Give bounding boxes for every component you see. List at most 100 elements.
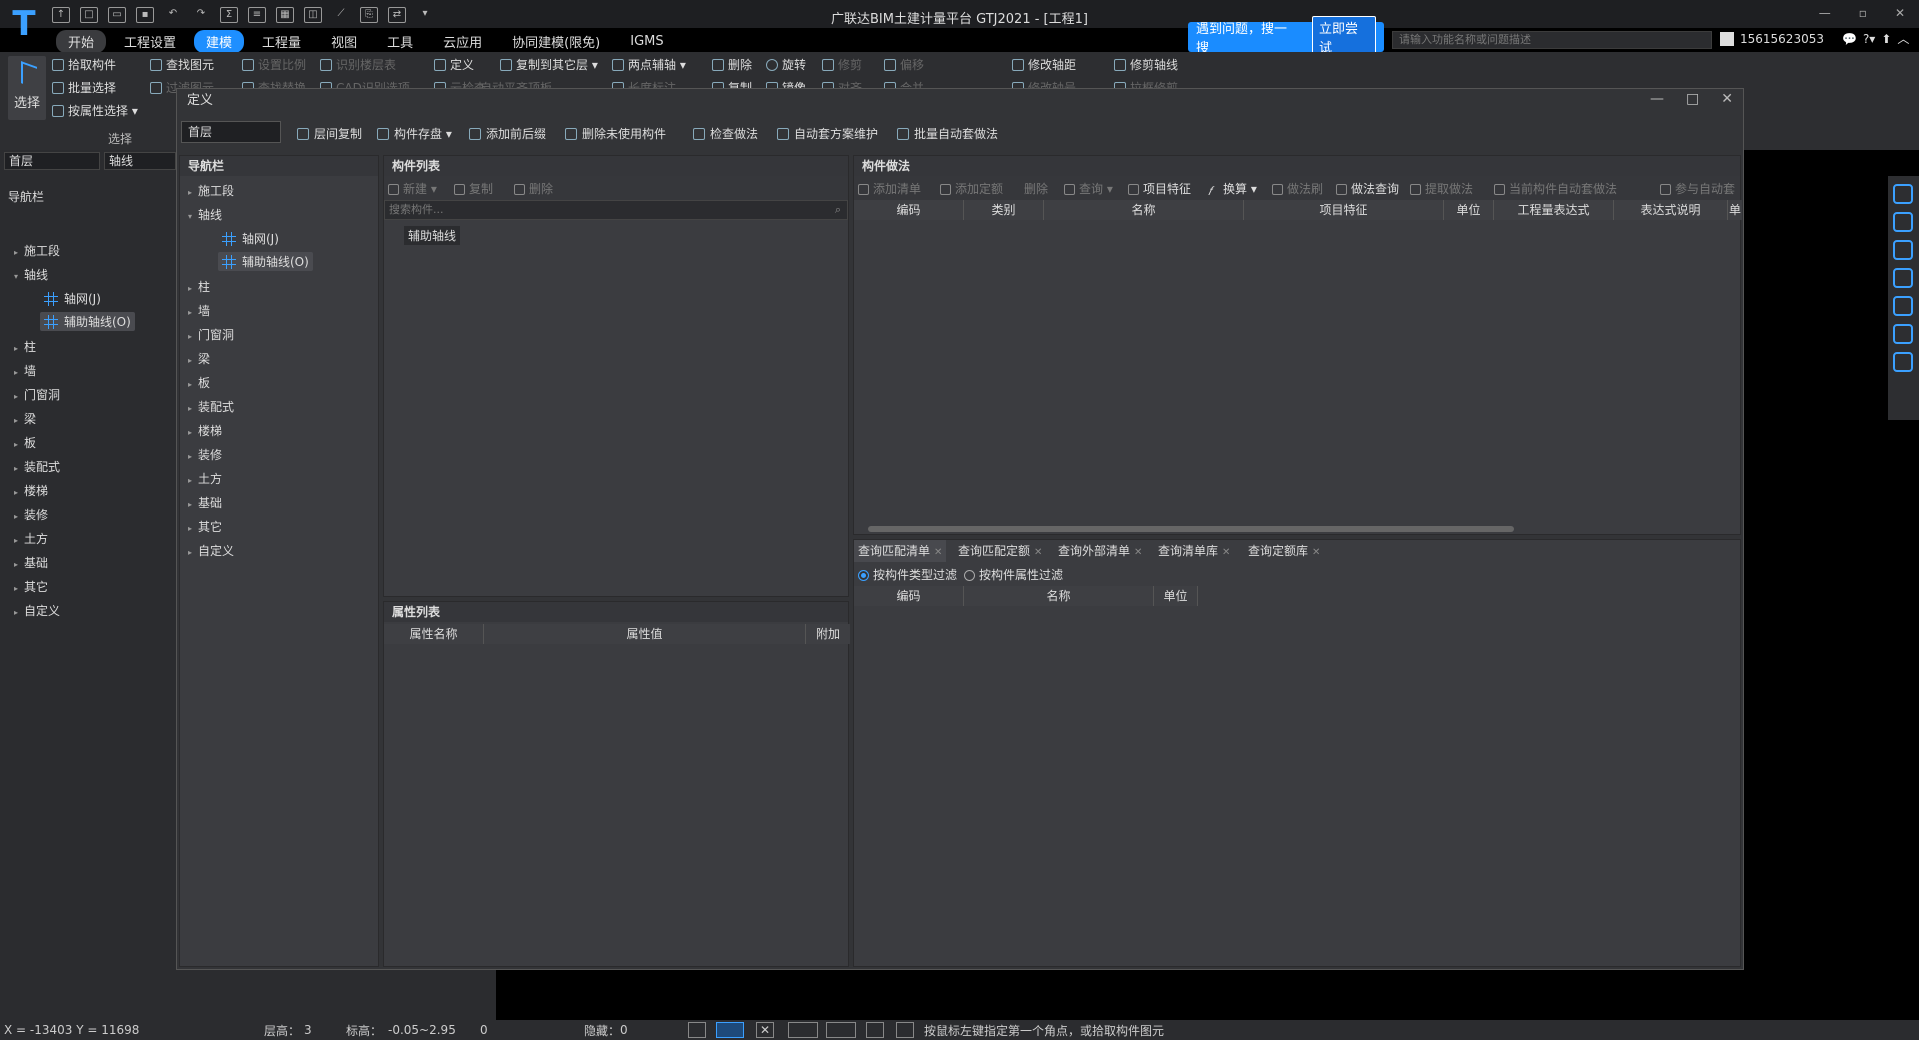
draw-mode-icon[interactable] [896,1022,914,1038]
dialog-maximize-button[interactable]: □ [1686,91,1699,107]
select-by-attr-button[interactable]: 按属性选择 ▾ [52,102,138,119]
dlg-nav-slab[interactable]: ▸ 板 [188,374,210,391]
nav-item-column[interactable]: ▸ 柱 [14,338,36,355]
component-search-input[interactable]: 搜索构件... ⌕ [384,200,848,220]
report-icon[interactable]: ≡ [248,7,266,23]
tab-close-icon[interactable]: ✕ [1134,547,1142,558]
method-delete-button[interactable]: 删除 [1024,180,1048,197]
nav-item-slab[interactable]: ▸ 板 [14,434,36,451]
tab-quota-library[interactable]: 查询定额库 ✕ [1244,540,1324,562]
dlg-nav-axis-grid[interactable]: 轴网(J) [222,230,279,247]
rotate-button[interactable]: 旋转 [766,56,806,73]
dlg-nav-decoration[interactable]: ▸ 装修 [188,446,222,463]
menu-quantity[interactable]: 工程量 [250,30,313,53]
add-point-icon[interactable] [826,1022,856,1038]
fullscreen-icon[interactable] [1893,296,1913,316]
upgrade-icon[interactable]: ⬆ [1881,32,1891,46]
view-top-icon[interactable] [1893,240,1913,260]
nav-item-earthwork[interactable]: ▸ 土方 [14,530,48,547]
convert-button[interactable]: 𝑓 换算 ▾ [1208,180,1257,198]
restore-button[interactable]: ▫ [1859,6,1867,20]
rotate-view-icon[interactable] [1893,324,1913,344]
delete-button[interactable]: 删除 [712,56,752,73]
ortho-icon[interactable] [688,1022,706,1038]
nav-sub-aux-axis[interactable]: 辅助轴线(O) [40,312,135,331]
menu-start[interactable]: 开始 [56,30,107,53]
redo-icon[interactable]: ↷ [192,7,210,23]
tab-list-library[interactable]: 查询清单库 ✕ [1154,540,1234,562]
nav-sub-axis-grid[interactable]: 轴网(J) [44,290,101,307]
menu-cloud[interactable]: 云应用 [431,30,494,53]
filter-by-type-radio[interactable]: 按构件类型过滤 [858,566,957,583]
sum-icon[interactable]: Σ [220,7,238,23]
snap-icon[interactable] [716,1022,744,1038]
dlg-nav-earthwork[interactable]: ▸ 土方 [188,470,222,487]
tab-external-list[interactable]: 查询外部清单 ✕ [1054,540,1146,562]
dialog-close-button[interactable]: ✕ [1721,91,1733,107]
nav-item-decoration[interactable]: ▸ 装修 [14,506,48,523]
modify-axis-distance-button[interactable]: 修改轴距 [1012,56,1076,73]
tab-close-icon[interactable]: ✕ [934,547,942,558]
view-cube-icon[interactable] [1893,268,1913,288]
tab-match-list[interactable]: 查询匹配清单 ✕ [854,540,947,562]
message-icon[interactable]: 💬 [1842,32,1857,46]
recognize-floor-table-button[interactable]: 识别楼层表 [320,56,396,73]
menu-igms[interactable]: IGMS [618,32,675,51]
pick-component-button[interactable]: 拾取构件 [52,56,116,73]
menu-tools[interactable]: 工具 [375,30,425,53]
batch-select-button[interactable]: 批量选择 [52,79,116,96]
cross-icon[interactable]: ✕ [756,1022,774,1038]
lock-icon[interactable] [866,1022,884,1038]
angle-icon[interactable] [788,1022,818,1038]
add-list-button[interactable]: 添加清单 [858,180,921,197]
dlg-nav-foundation[interactable]: ▸ 基础 [188,494,222,511]
save-disk-icon[interactable]: ▪ [136,7,154,23]
more-dropdown-icon[interactable]: ▾ [416,7,434,23]
join-auto-checkbox[interactable]: 参与自动套 [1660,180,1735,197]
dialog-minimize-button[interactable]: — [1650,91,1664,107]
properties-view-icon[interactable] [1893,352,1913,372]
dlg-nav-wall[interactable]: ▸ 墙 [188,302,210,319]
dlg-nav-construction-section[interactable]: ▸ 施工段 [188,182,234,199]
view-icon[interactable]: ◫ [304,7,322,23]
collapse-ribbon-icon[interactable]: ︿ [1897,30,1909,47]
dlg-nav-other[interactable]: ▸ 其它 [188,518,222,535]
view-3d-icon[interactable] [1893,212,1913,232]
select-tool-button[interactable]: 选择 [8,56,46,120]
grid-icon[interactable]: ▦ [276,7,294,23]
close-button[interactable]: ✕ [1895,6,1905,20]
delete-unused-button[interactable]: 删除未使用构件 [565,125,666,142]
check-method-button[interactable]: 检查做法 [693,125,758,142]
nav-item-wall[interactable]: ▸ 墙 [14,362,36,379]
undo-icon[interactable]: ↶ [164,7,182,23]
nav-item-custom[interactable]: ▸ 自定义 [14,602,60,619]
item-feature-button[interactable]: 项目特征 [1128,180,1191,197]
minimize-button[interactable]: — [1819,6,1831,20]
method-query-tool-button[interactable]: 做法查询 [1336,180,1399,197]
nav-item-stair[interactable]: ▸ 楼梯 [14,482,48,499]
component-item[interactable]: 辅助轴线 [404,226,461,245]
method-query-button[interactable]: 查询 ▾ [1064,180,1113,197]
help-icon[interactable]: ?▾ [1863,32,1875,46]
interfloor-copy-button[interactable]: 层间复制 [297,125,362,142]
filter-by-attr-radio[interactable]: 按构件属性过滤 [964,566,1063,583]
menu-modeling[interactable]: 建模 [194,30,245,53]
tab-close-icon[interactable]: ✕ [1034,547,1042,558]
tab-close-icon[interactable]: ✕ [1222,547,1230,558]
dlg-nav-axis[interactable]: ▾ 轴线 [188,206,222,223]
define-button[interactable]: 定义 [434,56,474,73]
menu-collab[interactable]: 协同建模(限免) [500,30,612,53]
two-point-axis-button[interactable]: 两点辅轴 ▾ [612,56,686,73]
save-icon[interactable]: ↑ [52,7,70,23]
dialog-floor-select[interactable]: 首层 [181,121,281,143]
tab-close-icon[interactable]: ✕ [1312,547,1320,558]
nav-item-door-window[interactable]: ▸ 门窗洞 [14,386,60,403]
dlg-nav-stair[interactable]: ▸ 楼梯 [188,422,222,439]
nav-item-prefab[interactable]: ▸ 装配式 [14,458,60,475]
method-scrollbar[interactable] [868,526,1514,532]
auto-plan-maintain-button[interactable]: 自动套方案维护 [777,125,878,142]
open-folder-icon[interactable]: ▭ [108,7,126,23]
dlg-nav-beam[interactable]: ▸ 梁 [188,350,210,367]
copy-to-other-floor-button[interactable]: 复制到其它层 ▾ [500,56,598,73]
copy-component-button[interactable]: 复制 [454,180,493,197]
